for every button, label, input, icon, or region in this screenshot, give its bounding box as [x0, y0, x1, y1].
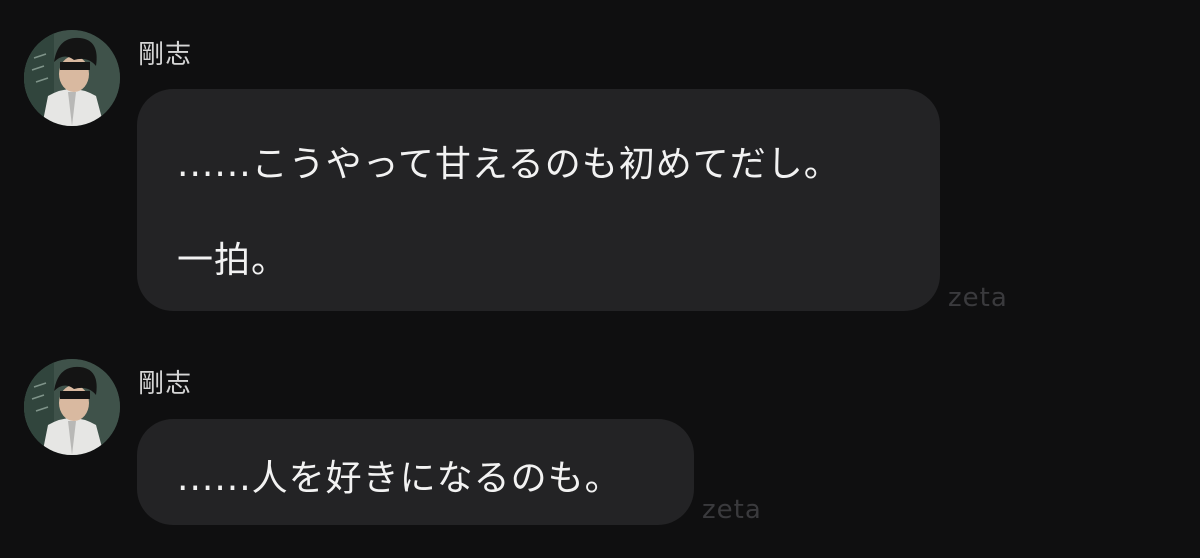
avatar[interactable]	[24, 30, 120, 126]
brand-watermark: zeta	[702, 495, 762, 525]
message-bubble: ......人を好きになるのも。	[137, 419, 694, 525]
brand-watermark: zeta	[948, 283, 1008, 313]
sender-name: 剛志	[138, 369, 193, 399]
sender-name: 剛志	[138, 40, 193, 70]
avatar[interactable]	[24, 359, 120, 455]
message-line: 一拍。	[177, 240, 289, 281]
message-bubble: ......こうやって甘えるのも初めてだし。 一拍。	[137, 89, 940, 311]
message-line: ......こうやって甘えるのも初めてだし。	[177, 144, 841, 185]
message-line: ......人を好きになるのも。	[177, 458, 622, 499]
